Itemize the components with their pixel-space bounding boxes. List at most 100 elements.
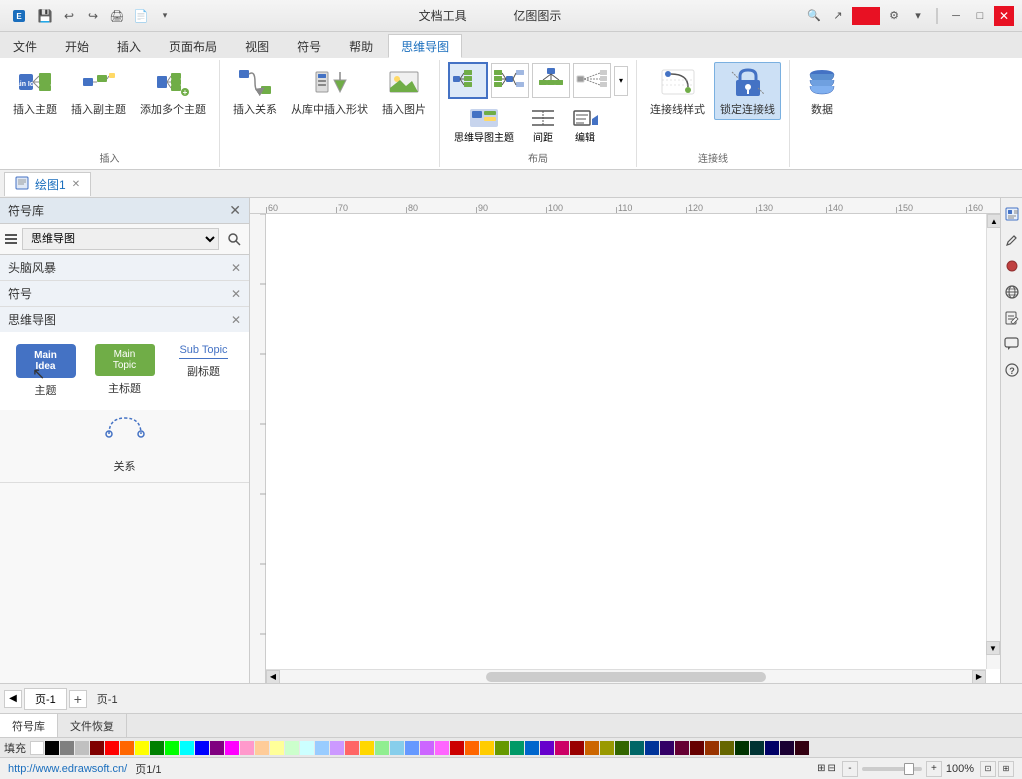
swatch-crimson[interactable] — [555, 741, 569, 755]
swatch-purple[interactable] — [210, 741, 224, 755]
swatch-eggplant[interactable] — [780, 741, 794, 755]
spacing-btn[interactable]: 间距 — [524, 105, 562, 146]
tab-start[interactable]: 开始 — [52, 34, 102, 58]
layout-4-btn[interactable] — [573, 63, 611, 98]
more-icon[interactable]: ▾ — [908, 6, 928, 26]
insert-sub-subject-btn[interactable]: 插入副主题 — [66, 62, 131, 120]
swatch-gold[interactable] — [360, 741, 374, 755]
insert-from-lib-btn[interactable]: 从库中插入形状 — [286, 62, 373, 120]
panel-tab-file-recovery[interactable]: 文件恢复 — [58, 714, 127, 737]
swatch-blue[interactable] — [195, 741, 209, 755]
search-icon[interactable]: 🔍 — [804, 6, 824, 26]
canvas-content[interactable] — [266, 214, 1000, 683]
relation-item[interactable]: 关系 — [0, 410, 249, 482]
layout-2-btn[interactable] — [491, 63, 529, 98]
symbol-panel-close[interactable]: ✕ — [229, 202, 241, 219]
swatch-forest[interactable] — [615, 741, 629, 755]
swatch-white[interactable] — [30, 741, 44, 755]
scroll-left-btn[interactable]: ◀ — [266, 670, 280, 684]
more-quick-btn[interactable]: ▾ — [154, 5, 176, 27]
swatch-fuchsia[interactable] — [225, 741, 239, 755]
swatch-cornblue[interactable] — [405, 741, 419, 755]
tab-view[interactable]: 视图 — [232, 34, 282, 58]
swatch-ltred[interactable] — [345, 741, 359, 755]
swatch-sienna[interactable] — [705, 741, 719, 755]
swatch-amber[interactable] — [480, 741, 494, 755]
add-multi-subject-btn[interactable]: + 添加多个主题 — [135, 62, 211, 120]
lock-connector-btn[interactable]: 锁定连接线 — [714, 62, 781, 120]
minimize-btn[interactable]: ─ — [946, 6, 966, 26]
swatch-red[interactable] — [105, 741, 119, 755]
symbol-sub-topic[interactable]: Sub Topic 副标题 — [166, 340, 241, 402]
swatch-darkforest[interactable] — [735, 741, 749, 755]
swatch-darkolive[interactable] — [600, 741, 614, 755]
insert-subject-btn[interactable]: Main Idea 插入主题 — [8, 62, 62, 120]
swatch-green[interactable] — [150, 741, 164, 755]
mindmap-theme-btn[interactable]: 思维导图主题 — [448, 105, 520, 146]
doc-tab-drawing1[interactable]: 绘图1 ✕ — [4, 172, 91, 196]
category-mindmap-header[interactable]: 思维导图 ✕ — [0, 307, 249, 332]
panel-tab-symbol-lib[interactable]: 符号库 — [0, 714, 58, 737]
data-btn[interactable]: 数据 — [798, 62, 846, 120]
swatch-darkmaroon[interactable] — [570, 741, 584, 755]
page-tab[interactable]: 页-1 — [24, 688, 67, 710]
swatch-brown[interactable] — [585, 741, 599, 755]
swatch-indigo[interactable] — [540, 741, 554, 755]
swatch-darkteal2[interactable] — [750, 741, 764, 755]
swatch-silver[interactable] — [75, 741, 89, 755]
swatch-ltgreen2[interactable] — [375, 741, 389, 755]
fit-page-btn[interactable]: ⊞ — [998, 761, 1014, 777]
side-icon-pencil[interactable] — [1002, 228, 1022, 252]
scroll-thumb-h[interactable] — [486, 672, 766, 682]
swatch-ltgreen[interactable] — [285, 741, 299, 755]
doc-tab-close[interactable]: ✕ — [72, 179, 80, 190]
swatch-ltpurple[interactable] — [330, 741, 344, 755]
zoom-in-btn[interactable]: + — [926, 761, 942, 777]
swatch-pink[interactable] — [240, 741, 254, 755]
undo-btn[interactable]: ↩ — [58, 5, 80, 27]
swatch-skyblue[interactable] — [390, 741, 404, 755]
tab-symbol[interactable]: 符号 — [284, 34, 334, 58]
side-icon-chat[interactable] — [1002, 332, 1022, 356]
swatch-orange[interactable] — [120, 741, 134, 755]
scroll-down-btn[interactable]: ▼ — [986, 641, 1000, 655]
canvas-hscrollbar[interactable]: ◀ ▶ — [266, 669, 986, 683]
swatch-olive[interactable] — [495, 741, 509, 755]
swatch-darkorange[interactable] — [465, 741, 479, 755]
swatch-navy[interactable] — [645, 741, 659, 755]
tab-insert[interactable]: 插入 — [104, 34, 154, 58]
print-btn[interactable]: 🖨 — [106, 5, 128, 27]
swatch-darkindigo[interactable] — [660, 741, 674, 755]
side-icon-circle[interactable] — [1002, 254, 1022, 278]
swatch-cyan[interactable] — [180, 741, 194, 755]
side-icon-help[interactable]: ? — [1002, 358, 1022, 382]
swatch-darkwine[interactable] — [675, 741, 689, 755]
swatch-black[interactable] — [45, 741, 59, 755]
category-symbol-header[interactable]: 符号 ✕ — [0, 281, 249, 306]
tab-mindmap[interactable]: 思维导图 — [388, 34, 462, 58]
layout-1-btn[interactable] — [448, 62, 488, 99]
save-quick-btn[interactable]: 💾 — [34, 5, 56, 27]
swatch-verydarkred[interactable] — [690, 741, 704, 755]
category-mindmap-close[interactable]: ✕ — [231, 313, 241, 327]
insert-relation-btn[interactable]: 插入关系 — [228, 62, 282, 120]
new-btn[interactable]: 📄 — [130, 5, 152, 27]
side-icon-edit-doc[interactable] — [1002, 306, 1022, 330]
layout-3-btn[interactable] — [532, 63, 570, 98]
insert-image-btn[interactable]: 插入图片 — [377, 62, 431, 120]
scroll-right-btn[interactable]: ▶ — [972, 670, 986, 684]
side-icon-1[interactable] — [1002, 202, 1022, 226]
swatch-cobalt[interactable] — [525, 741, 539, 755]
swatch-yellow[interactable] — [135, 741, 149, 755]
redo-btn[interactable]: ↪ — [82, 5, 104, 27]
swatch-ltyellow[interactable] — [270, 741, 284, 755]
category-symbol-close[interactable]: ✕ — [231, 287, 241, 301]
page-tab-2[interactable]: 页-1 — [89, 689, 126, 709]
zoom-slider[interactable] — [862, 767, 922, 771]
search-btn[interactable] — [223, 228, 245, 250]
symbol-main-idea[interactable]: Main Idea ↖ 主题 — [8, 340, 83, 402]
zoom-thumb[interactable] — [904, 763, 914, 775]
swatch-peach[interactable] — [255, 741, 269, 755]
page-prev-btn[interactable]: ◀ — [4, 690, 22, 708]
swatch-maroon[interactable] — [90, 741, 104, 755]
